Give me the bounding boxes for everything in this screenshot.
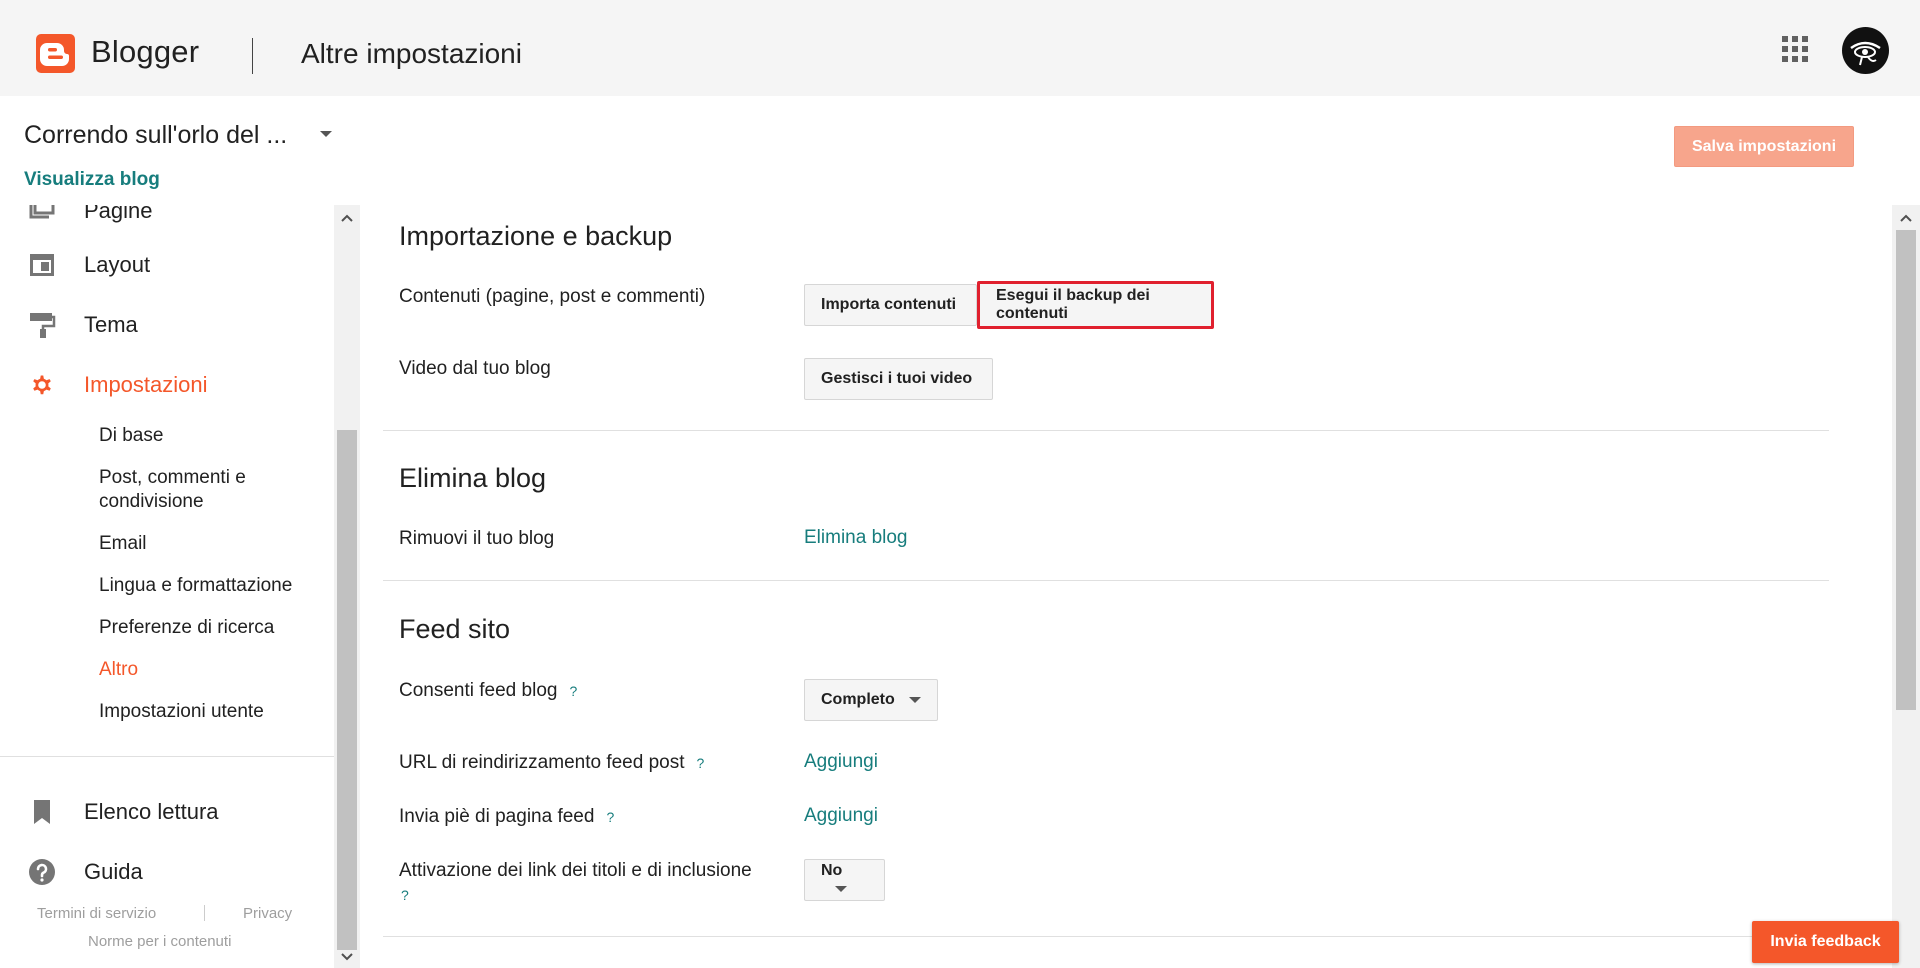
video-label: Video dal tuo blog [399,358,551,379]
import-content-button[interactable]: Importa contenuti [804,284,977,326]
gear-icon [33,375,51,395]
sidebar-item-help[interactable]: Guida [0,852,334,892]
backup-content-button[interactable]: Esegui il backup dei contenuti [977,281,1214,329]
section-title-delete-blog: Elimina blog [399,463,547,493]
sidebar-item-label: Elenco lettura [84,799,219,824]
save-settings-button[interactable]: Salva impostazioni [1674,126,1854,167]
chevron-down-icon [835,885,847,892]
title-links-label-text: Attivazione dei link dei titoli e di inc… [399,860,752,881]
send-feedback-button[interactable]: Invia feedback [1752,921,1899,963]
sidebar-subitem-user-settings[interactable]: Impostazioni utente [99,700,329,724]
sidebar-item-theme[interactable]: Tema [0,305,334,345]
sidebar-subitem-search-preferences[interactable]: Preferenze di ricerca [99,616,329,640]
delete-blog-link[interactable]: Elimina blog [804,527,908,549]
sidebar-subitem-email[interactable]: Email [99,532,329,556]
sidebar-subitem-language[interactable]: Lingua e formattazione [99,574,329,598]
help-icon [29,859,55,885]
sidebar-item-reading-list[interactable]: Elenco lettura [0,792,334,832]
footer-divider [204,905,205,921]
help-icon[interactable]: ? [569,679,577,703]
content-label: Contenuti (pagine, post e commenti) [399,286,706,307]
terms-link[interactable]: Termini di servizio [37,905,156,922]
title-links-label: Attivazione dei link dei titoli e di inc… [399,859,799,907]
help-icon[interactable]: ? [606,805,614,829]
section-title-site-feed: Feed sito [399,614,511,644]
remove-blog-label: Rimuovi il tuo blog [399,528,555,549]
blogger-logo-icon[interactable] [36,34,75,73]
feed-footer-add-link[interactable]: Aggiungi [804,805,878,827]
page-title: Altre impostazioni [301,38,522,69]
header-divider [252,38,253,74]
sidebar-item-label: Impostazioni [84,372,208,397]
title-links-value: No [821,862,843,879]
redirect-feed-label-text: URL di reindirizzamento feed post [399,752,685,774]
section-title-import-backup: Importazione e backup [399,221,673,251]
sidebar-item-label: Guida [84,859,143,884]
section-divider [383,936,1829,937]
main-scroll-thumb[interactable] [1896,230,1916,710]
sidebar-subitem-posts-comments[interactable]: Post, commenti e condivisione [99,466,329,514]
chevron-down-icon [908,696,921,703]
bookmark-icon [34,800,50,824]
help-icon[interactable]: ? [697,751,705,775]
section-divider [383,430,1829,431]
manage-videos-button[interactable]: Gestisci i tuoi video [804,358,993,400]
privacy-link[interactable]: Privacy [243,905,292,922]
top-header: Blogger Altre impostazioni [0,0,1920,96]
avatar[interactable] [1842,27,1889,74]
sidebar-item-pages[interactable]: Pagine [0,205,334,231]
main-scrollbar[interactable] [1892,205,1920,968]
section-divider [383,580,1829,581]
theme-paint-roller-icon [30,313,56,338]
feed-footer-label: Invia piè di pagina feed? [399,805,614,829]
blog-selector[interactable]: Correndo sull'orlo del ... [24,121,287,150]
allow-feed-dropdown[interactable]: Completo [804,679,938,721]
pages-icon [29,205,55,219]
sidebar-item-settings[interactable]: Impostazioni [0,365,334,405]
help-icon[interactable]: ? [401,883,409,907]
redirect-feed-add-link[interactable]: Aggiungi [804,751,878,773]
sidebar-item-label: Pagine [84,205,153,223]
apps-grid-icon[interactable] [1782,36,1808,62]
sidebar-scroll-thumb[interactable] [337,430,357,950]
sidebar-item-label: Layout [84,252,151,277]
chevron-down-icon[interactable] [320,131,332,137]
title-links-dropdown[interactable]: No [804,859,885,901]
content-policy-link[interactable]: Norme per i contenuti [88,933,231,950]
sidebar-item-label: Tema [84,312,138,337]
view-blog-link[interactable]: Visualizza blog [24,169,160,191]
sidebar-divider [0,756,334,757]
allow-feed-value: Completo [821,691,895,708]
sidebar-subitem-other[interactable]: Altro [99,658,329,682]
layout-icon [30,254,54,276]
scroll-up-icon[interactable] [341,213,353,223]
allow-feed-label-text: Consenti feed blog [399,680,558,702]
sidebar: Pagine Layout Tema Impostazioni Di base … [0,205,334,968]
main-content: Importazione e backup Contenuti (pagine,… [360,205,1892,968]
scroll-up-icon[interactable] [1900,213,1912,223]
sidebar-subitem-basic[interactable]: Di base [99,424,329,448]
redirect-feed-label: URL di reindirizzamento feed post? [399,751,704,775]
brand-name[interactable]: Blogger [91,34,199,70]
feed-footer-label-text: Invia piè di pagina feed [399,806,595,828]
sidebar-item-layout[interactable]: Layout [0,245,334,285]
allow-feed-label: Consenti feed blog? [399,679,577,703]
sidebar-scrollbar[interactable] [334,205,360,968]
scroll-down-icon[interactable] [341,952,353,962]
